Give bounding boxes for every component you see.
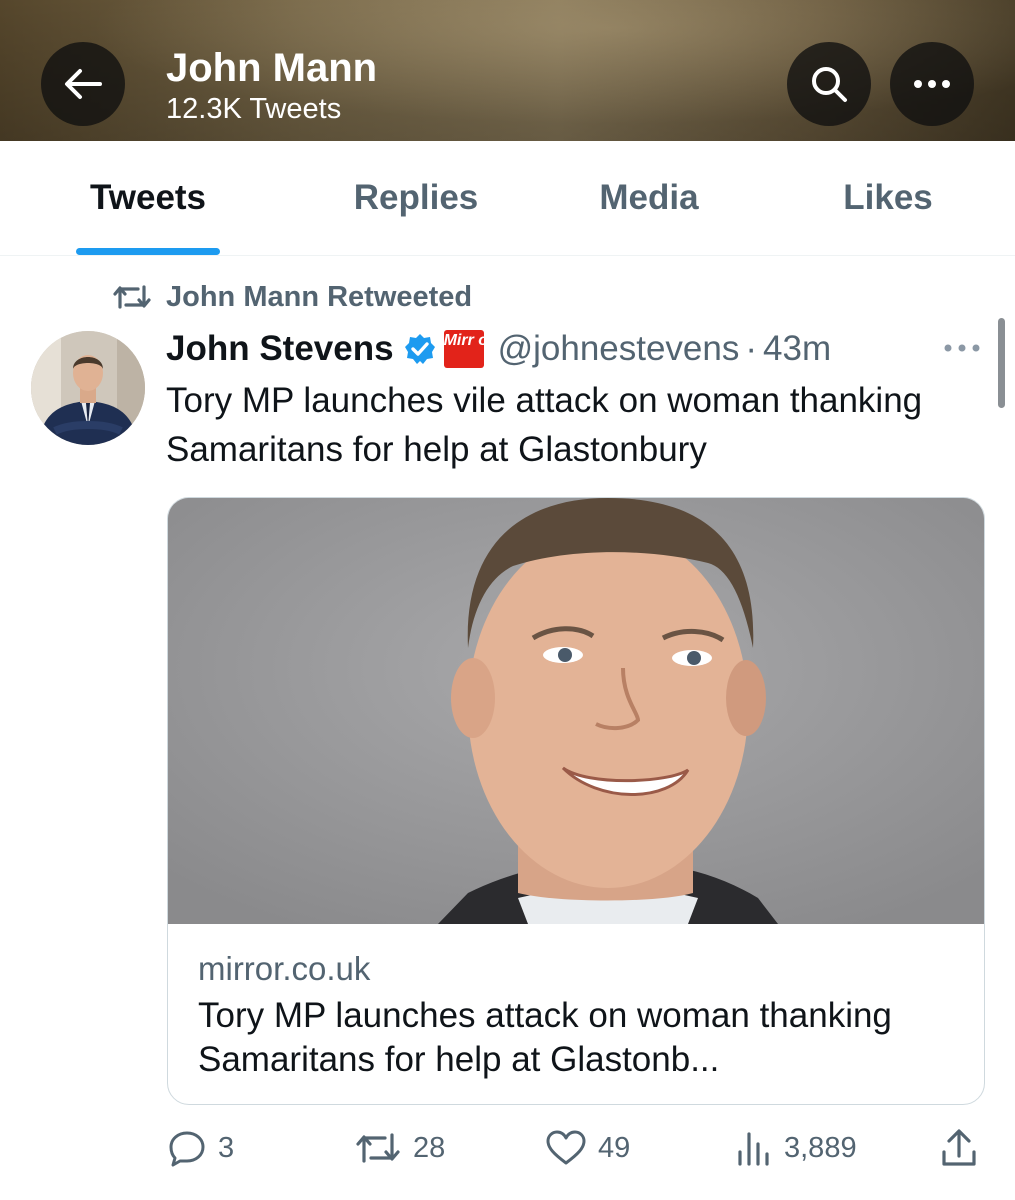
share-button[interactable]: [940, 1126, 978, 1170]
back-button[interactable]: [41, 42, 125, 126]
search-button[interactable]: [787, 42, 871, 126]
tab-likes[interactable]: Likes: [820, 141, 956, 255]
retweet-button[interactable]: 28: [355, 1126, 445, 1170]
card-image: [168, 498, 984, 924]
retweeted-by-line[interactable]: John Mann Retweeted: [112, 277, 472, 317]
more-horizontal-icon: [914, 80, 950, 88]
verified-badge-icon: [404, 334, 435, 364]
reply-count: 3: [218, 1131, 235, 1164]
retweet-icon: [356, 1133, 400, 1163]
card-photo-portrait: [168, 498, 984, 924]
tweet-author-row: John Stevens Mirr or @johnestevens · 43m: [166, 326, 831, 372]
separator-dot: ·: [745, 329, 758, 368]
views-button[interactable]: 3,889: [736, 1126, 857, 1170]
mirror-affiliation-badge[interactable]: Mirr or: [443, 330, 494, 368]
share-icon: [942, 1129, 976, 1166]
scrollbar[interactable]: [998, 318, 1005, 408]
retweet-count: 28: [413, 1131, 446, 1164]
tweet-count: 12.3K Tweets: [166, 93, 342, 125]
link-preview-card[interactable]: mirror.co.uk Tory MP launches attack on …: [167, 497, 985, 1105]
analytics-bars-icon: [738, 1132, 769, 1166]
profile-name: John Mann: [166, 46, 378, 90]
tweet-timestamp[interactable]: 43m: [763, 329, 831, 369]
author-name[interactable]: John Stevens: [166, 329, 394, 369]
search-icon: [812, 67, 847, 102]
reply-icon: [169, 1131, 205, 1167]
avatar-photo: [31, 331, 145, 445]
arrow-left-icon: [65, 69, 102, 99]
profile-tabs: Tweets Replies Media Likes: [0, 141, 1015, 256]
profile-header-banner: John Mann 12.3K Tweets: [0, 0, 1015, 141]
card-domain: mirror.co.uk: [198, 950, 371, 987]
tab-media[interactable]: Media: [570, 141, 728, 255]
heart-icon: [546, 1130, 586, 1165]
more-options-button[interactable]: [890, 42, 974, 126]
view-count: 3,889: [784, 1131, 857, 1164]
tab-replies[interactable]: Replies: [320, 141, 512, 255]
author-handle[interactable]: @johnestevens: [498, 329, 740, 369]
reply-button[interactable]: 3: [168, 1126, 234, 1170]
more-horizontal-icon: [944, 344, 980, 352]
retweeted-by-label: John Mann Retweeted: [166, 280, 473, 313]
tab-tweets[interactable]: Tweets: [54, 141, 242, 255]
like-count: 49: [598, 1131, 631, 1164]
author-avatar[interactable]: [31, 331, 145, 445]
tweet-more-button[interactable]: [940, 330, 984, 366]
active-tab-indicator: [76, 248, 220, 255]
card-title: Tory MP launches attack on woman thankin…: [198, 996, 892, 1079]
tweet-text: Tory MP launches vile attack on woman th…: [166, 381, 923, 469]
like-button[interactable]: 49: [546, 1126, 630, 1170]
retweet-icon: [113, 285, 151, 309]
